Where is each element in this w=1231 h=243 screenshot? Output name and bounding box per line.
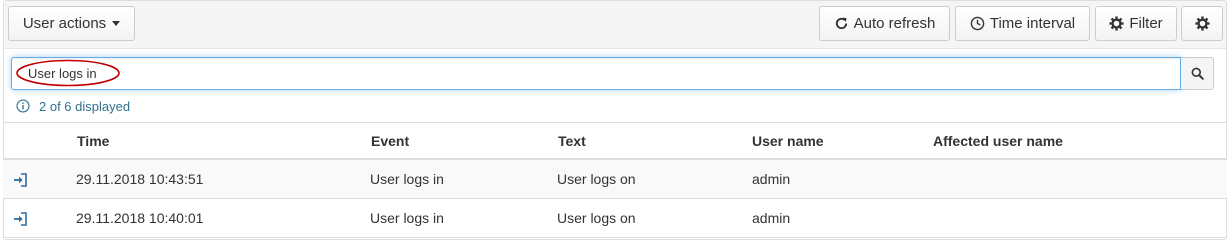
column-header-text[interactable]: Text <box>558 123 586 159</box>
table-header: Time Event Text User name Affected user … <box>3 122 1227 160</box>
cell-event: User logs in <box>370 210 444 226</box>
column-header-event[interactable]: Event <box>371 123 409 159</box>
cell-time: 29.11.2018 10:40:01 <box>76 210 204 226</box>
cell-time: 29.11.2018 10:43:51 <box>76 171 204 187</box>
column-header-time[interactable]: Time <box>77 123 109 159</box>
table-row[interactable]: 29.11.2018 10:43:51 User logs in User lo… <box>3 160 1227 199</box>
table-area: Time Event Text User name Affected user … <box>3 0 1227 240</box>
cell-event: User logs in <box>370 171 444 187</box>
table-row[interactable]: 29.11.2018 10:40:01 User logs in User lo… <box>3 199 1227 238</box>
cell-user-name: admin <box>752 210 791 226</box>
column-header-user-name[interactable]: User name <box>752 123 824 159</box>
login-icon[interactable] <box>12 211 28 227</box>
column-header-affected-user-name[interactable]: Affected user name <box>933 123 1063 159</box>
cell-text: User logs on <box>557 210 636 226</box>
cell-text: User logs on <box>557 171 636 187</box>
login-icon[interactable] <box>12 172 28 188</box>
cell-user-name: admin <box>752 171 791 187</box>
